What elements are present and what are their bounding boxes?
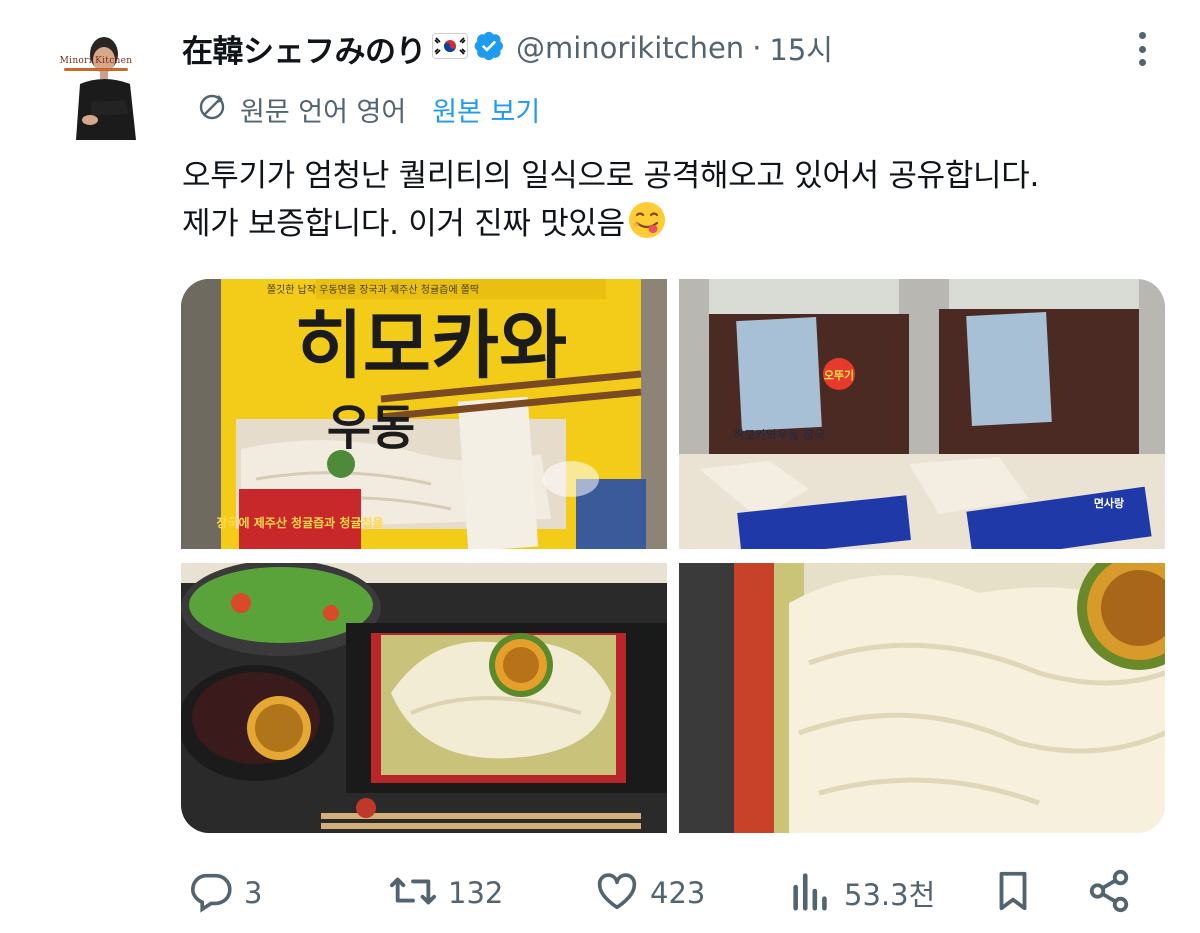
- translation-row: 원문 언어 영어 원본 보기: [196, 88, 540, 130]
- package-tagline: 쫄깃한 납작 우동면을 장국과 제주산 청귤즙에 쫄딱: [267, 284, 479, 296]
- avatar-brand-underline: [64, 68, 128, 71]
- more-icon[interactable]: [1128, 28, 1156, 70]
- verified-badge-icon[interactable]: [474, 31, 504, 65]
- chef-portrait: [46, 22, 146, 147]
- media-grid: 쫄깃한 납작 우동면을 장국과 제주산 청귤즙에 쫄딱 히모카와 우동 장국에 …: [181, 279, 1165, 833]
- tweet-actions: 3 132 423 53.3천: [182, 860, 1142, 926]
- author-display-name[interactable]: 在韓シェフみのり: [182, 26, 427, 71]
- avatar-brand: Minori Kitchen: [59, 56, 133, 66]
- photo-plated-dish[interactable]: [181, 563, 667, 833]
- package-title: 히모카와: [295, 303, 567, 389]
- heart-icon: [594, 868, 640, 918]
- views-count: 53.3천: [844, 878, 936, 912]
- like-button[interactable]: 423: [594, 868, 705, 918]
- reply-button[interactable]: 3: [188, 868, 262, 918]
- photo-sachets[interactable]: 오뚜기 히모카와우동 장국 면사랑: [679, 279, 1165, 549]
- sachet-brand: 오뚜기: [824, 368, 854, 382]
- views-button[interactable]: 53.3천: [788, 868, 935, 918]
- views-icon: [788, 868, 834, 918]
- share-button[interactable]: [1086, 868, 1132, 918]
- tweet-text: 오투기가 엄청난 퀄리티의 일식으로 공격해오고 있어서 공유합니다. 제가 보…: [182, 152, 1162, 254]
- repost-button[interactable]: 132: [388, 868, 503, 918]
- translation-note: 원문 언어 영어: [240, 96, 407, 128]
- photo-noodle-closeup[interactable]: [679, 563, 1165, 833]
- tweet-header: 在韓シェフみのり @minorikitchen · 15시: [182, 24, 833, 72]
- reply-icon: [188, 868, 234, 918]
- share-icon: [1086, 868, 1132, 918]
- view-original-link[interactable]: 원본 보기: [432, 90, 540, 129]
- like-count: 423: [650, 876, 706, 910]
- package-subtitle: 우동: [327, 400, 415, 456]
- reply-count: 3: [244, 876, 263, 910]
- photo-package[interactable]: 쫄깃한 납작 우동면을 장국과 제주산 청귤즙에 쫄딱 히모카와 우동 장국에 …: [181, 279, 667, 549]
- korea-flag-icon: [432, 33, 468, 63]
- repost-count: 132: [448, 876, 504, 910]
- tweet-timestamp[interactable]: 15시: [769, 27, 833, 69]
- header-separator: ·: [752, 31, 762, 65]
- author-avatar[interactable]: Minori Kitchen: [46, 22, 146, 147]
- author-handle[interactable]: @minorikitchen: [516, 31, 744, 65]
- noodle-pack-label: 면사랑: [1094, 496, 1124, 510]
- tweet-text-line: 오투기가 엄청난 퀄리티의 일식으로 공격해오고 있어서 공유합니다.: [182, 158, 1040, 194]
- translate-icon: [196, 91, 228, 127]
- sachet-label: 히모카와우동 장국: [733, 428, 825, 442]
- repost-icon: [388, 868, 438, 918]
- package-badge: 장국에 제주산 청귤즙과 청귤칩을: [216, 515, 383, 530]
- bookmark-icon: [990, 868, 1036, 918]
- bookmark-button[interactable]: [990, 868, 1036, 918]
- yum-emoji-icon: [627, 200, 667, 254]
- tweet-text-line: 제가 보증합니다. 이거 진짜 맛있음: [182, 206, 625, 242]
